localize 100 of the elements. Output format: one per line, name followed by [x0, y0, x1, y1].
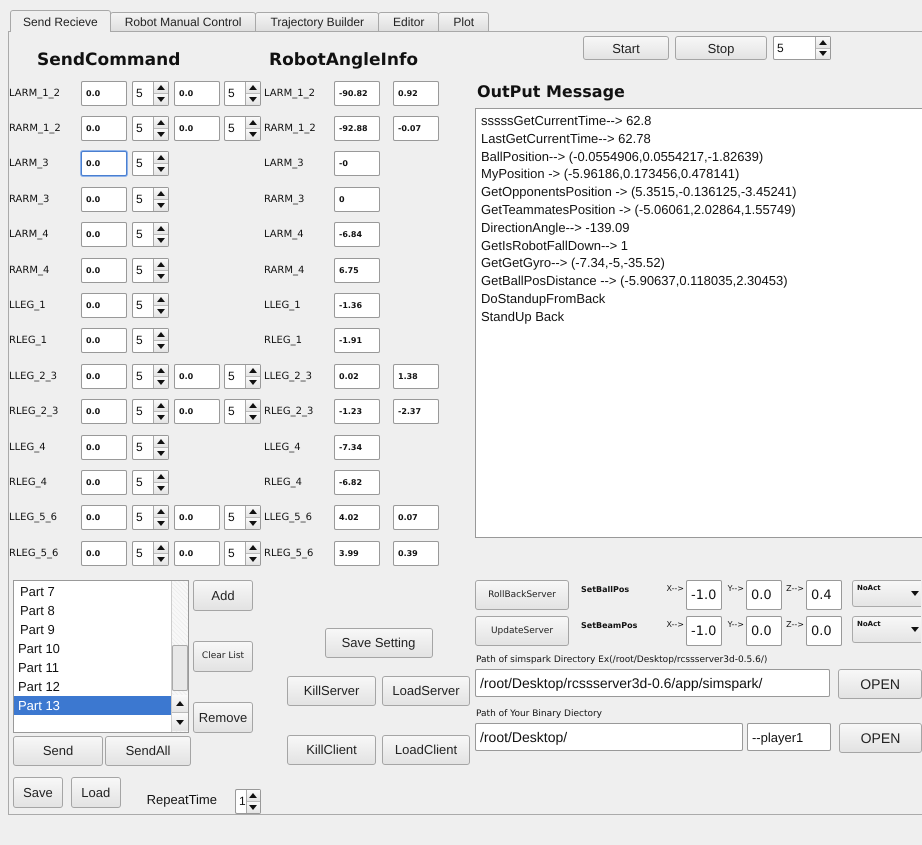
step-up-button[interactable]	[154, 223, 168, 234]
step-up-button[interactable]	[154, 188, 168, 199]
spin-box[interactable]: 5	[132, 364, 169, 389]
angle-input-field[interactable]: 0.0	[174, 399, 220, 424]
spin-box[interactable]: 5	[224, 364, 261, 389]
angle-value-field[interactable]: 6.75	[334, 258, 380, 283]
list-item[interactable]: Part 9	[14, 620, 171, 639]
step-up-button[interactable]	[246, 542, 260, 553]
step-down-button[interactable]	[154, 163, 168, 176]
send-button[interactable]: SendAll	[105, 736, 191, 766]
step-down-button[interactable]	[246, 128, 260, 140]
step-down-button[interactable]	[154, 376, 168, 388]
step-up-button[interactable]	[816, 37, 830, 48]
spin-box[interactable]: 5	[132, 116, 169, 142]
angle-input-field[interactable]: 0.0	[81, 540, 127, 566]
step-up-button[interactable]	[246, 82, 260, 93]
angle-input-field[interactable]: 0.0	[174, 540, 220, 566]
server-action-button[interactable]: RollBackServer	[475, 580, 569, 610]
angle-input-field[interactable]: 0.0	[81, 186, 127, 212]
step-down-button[interactable]	[246, 376, 260, 388]
step-up-button[interactable]	[246, 400, 260, 412]
step-up-button[interactable]	[246, 790, 260, 801]
angle-value-field[interactable]: -6.84	[334, 222, 380, 248]
angle-value-field[interactable]: 0.02	[334, 364, 380, 389]
angle-input-field[interactable]: 0.0	[174, 364, 220, 389]
step-down-button[interactable]	[154, 305, 168, 318]
spin-box[interactable]: 5	[132, 151, 169, 176]
step-up-button[interactable]	[154, 258, 168, 270]
step-up-button[interactable]	[154, 400, 168, 412]
spin-box[interactable]: 5	[132, 222, 169, 248]
step-up-button[interactable]	[154, 471, 168, 482]
file-button[interactable]: Save	[13, 776, 63, 808]
angle-input-field[interactable]: 0.0	[81, 80, 127, 106]
angle-value-field[interactable]: -90.82	[334, 80, 380, 106]
step-down-button[interactable]	[816, 48, 830, 59]
open-button[interactable]: OPEN	[838, 669, 922, 699]
angle-value-field[interactable]: 4.02	[334, 505, 380, 530]
angle-value-field[interactable]: 0.39	[393, 540, 439, 566]
angle-input-field[interactable]: 0.0	[81, 116, 127, 142]
angle-input-field[interactable]: 0.0	[81, 399, 127, 424]
spin-box[interactable]: 5	[224, 540, 261, 566]
tab[interactable]: Plot	[438, 12, 490, 32]
step-up-button[interactable]	[246, 506, 260, 518]
spin-box[interactable]: 5	[224, 80, 261, 106]
list-item[interactable]: Part 8	[14, 600, 171, 620]
coordinate-field[interactable]: 0.0	[806, 616, 842, 646]
step-down-button[interactable]	[154, 270, 168, 282]
angle-value-field[interactable]: 1.38	[393, 364, 439, 389]
angle-input-field[interactable]: 0.0	[81, 293, 127, 318]
spin-box[interactable]: 5	[132, 328, 169, 354]
spin-box[interactable]: 5	[132, 470, 169, 495]
step-up-button[interactable]	[154, 506, 168, 518]
step-down-button[interactable]	[154, 482, 168, 494]
server-button[interactable]: KillClient	[287, 734, 376, 765]
timer-button[interactable]: Stop	[675, 36, 767, 60]
coordinate-field[interactable]: 0.0	[746, 616, 782, 646]
save-setting-button[interactable]: Save Setting	[324, 628, 432, 658]
scrollbar[interactable]	[171, 580, 188, 732]
step-down-button[interactable]	[246, 800, 260, 813]
angle-input-field[interactable]: 0.0	[81, 434, 127, 460]
list-item[interactable]: Part 10	[14, 638, 171, 658]
list-item[interactable]: Part 7	[14, 582, 171, 601]
spin-box[interactable]: 1	[234, 788, 261, 814]
list-item[interactable]: Part 13	[14, 696, 171, 715]
step-up-button[interactable]	[172, 694, 188, 712]
path-field[interactable]: /root/Desktop/rcssserver3d-0.6/app/simspark/	[475, 669, 830, 697]
step-down-button[interactable]	[154, 128, 168, 140]
spin-box[interactable]: 5	[224, 505, 261, 530]
angle-input-field[interactable]: 0.0	[81, 328, 127, 354]
step-up-button[interactable]	[246, 364, 260, 376]
list-action-button[interactable]: Add	[193, 580, 253, 611]
step-down-button[interactable]	[154, 446, 168, 459]
angle-input-field[interactable]: 0.0	[81, 505, 127, 530]
coordinate-field[interactable]: -1.0	[686, 616, 722, 646]
step-down-button[interactable]	[154, 517, 168, 530]
step-down-button[interactable]	[154, 92, 168, 105]
angle-value-field[interactable]: -2.37	[393, 399, 439, 424]
step-up-button[interactable]	[154, 329, 168, 340]
tab[interactable]: Trajectory Builder	[255, 12, 380, 32]
timer-button[interactable]: Start	[583, 36, 669, 60]
angle-input-field[interactable]: 0.0	[174, 80, 220, 106]
tab[interactable]: Editor	[378, 12, 440, 32]
step-up-button[interactable]	[154, 294, 168, 306]
step-down-button[interactable]	[154, 340, 168, 352]
server-button[interactable]: LoadServer	[382, 676, 470, 706]
server-button[interactable]: KillServer	[287, 676, 376, 706]
step-down-button[interactable]	[154, 234, 168, 246]
step-down-button[interactable]	[246, 411, 260, 424]
step-up-button[interactable]	[154, 117, 168, 128]
server-action-button[interactable]: UpdateServer	[475, 616, 569, 646]
step-down-button[interactable]	[246, 92, 260, 105]
spin-box[interactable]: 5	[132, 434, 169, 460]
angle-value-field[interactable]: -0	[334, 151, 380, 176]
spin-box[interactable]: 5	[132, 186, 169, 212]
spin-box[interactable]: 5	[132, 505, 169, 530]
angle-input-field[interactable]: 0.0	[81, 222, 127, 248]
tab[interactable]: Robot Manual Control	[110, 12, 256, 32]
angle-input-field[interactable]: 0.0	[81, 364, 127, 389]
spin-box[interactable]: 5	[132, 293, 169, 318]
list-item[interactable]: Part 11	[14, 658, 171, 677]
